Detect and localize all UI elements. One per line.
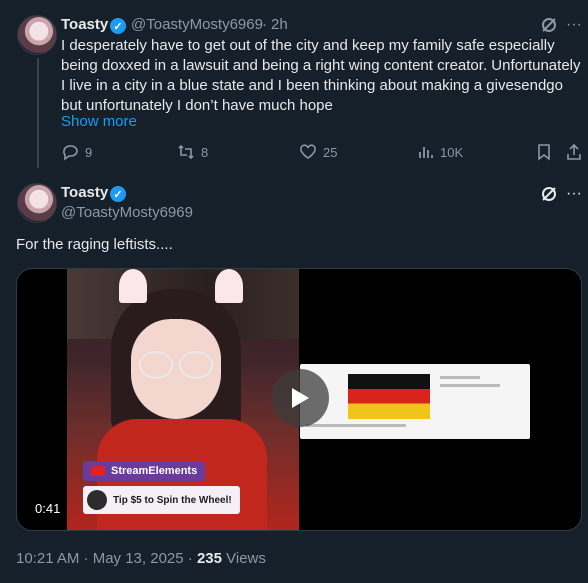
reply-icon <box>63 145 78 161</box>
placeholder-line <box>440 384 500 387</box>
repost-count: 8 <box>201 144 209 160</box>
play-button[interactable] <box>271 369 329 427</box>
glasses-right <box>179 351 213 379</box>
views-stat[interactable]: 10K <box>416 143 463 161</box>
video-duration: 0:41 <box>29 499 67 518</box>
handle[interactable]: @ToastyMosty6969 <box>131 16 263 33</box>
views-count: 235 <box>196 550 222 567</box>
like-icon <box>300 144 316 159</box>
youtube-icon <box>91 466 105 476</box>
reply-stat[interactable]: 9 <box>61 143 92 161</box>
tip-label: Tip $5 to Spin the Wheel! <box>113 494 232 506</box>
glasses-left <box>139 351 173 379</box>
verified-icon: ✓ <box>110 186 126 202</box>
ear-right <box>215 269 243 303</box>
bookmark-icon[interactable] <box>535 143 553 161</box>
video-player[interactable]: StreamElements Tip $5 to Spin the Wheel!… <box>16 268 582 531</box>
show-more-link[interactable]: Show more <box>61 113 137 130</box>
more-icon[interactable]: ··· <box>564 184 584 204</box>
thread-line <box>37 58 39 168</box>
grok-icon[interactable] <box>539 15 559 35</box>
placeholder-line <box>440 376 480 379</box>
placeholder-line <box>306 424 406 427</box>
embedded-youtube-window <box>300 364 530 439</box>
display-name[interactable]: Toasty <box>61 16 108 33</box>
time-ago[interactable]: 2h <box>271 16 288 33</box>
display-name[interactable]: Toasty <box>61 184 108 201</box>
timestamp-text[interactable]: 10:21 AM · May 13, 2025 · <box>16 550 197 567</box>
avatar[interactable] <box>17 183 57 223</box>
tweet-timestamp[interactable]: 10:21 AM · May 13, 2025 · 235 Views <box>16 550 266 567</box>
share-icon[interactable] <box>565 143 583 161</box>
streamelements-label: StreamElements <box>111 465 198 477</box>
tweet-text: For the raging leftists.... <box>16 236 173 253</box>
repost-stat[interactable]: 8 <box>177 143 208 161</box>
verified-icon: ✓ <box>110 18 126 34</box>
avatar[interactable] <box>17 15 57 55</box>
wheel-icon <box>87 490 107 510</box>
ear-left <box>119 269 147 303</box>
handle[interactable]: @ToastyMosty6969 <box>61 204 193 221</box>
video-frame: StreamElements Tip $5 to Spin the Wheel! <box>67 269 299 530</box>
reply-count: 9 <box>85 144 93 160</box>
views-icon <box>419 147 433 158</box>
youtube-thumbnail <box>348 374 430 419</box>
more-icon[interactable]: ··· <box>564 15 584 35</box>
grok-icon[interactable] <box>539 184 559 204</box>
views-count: 10K <box>440 144 464 160</box>
repost-icon <box>178 144 194 160</box>
play-icon <box>292 388 309 408</box>
tweet-text: I desperately have to get out of the cit… <box>61 37 581 114</box>
like-stat[interactable]: 25 <box>299 143 337 161</box>
separator: · <box>262 16 267 33</box>
views-label: Views <box>221 550 266 567</box>
like-count: 25 <box>323 144 338 160</box>
streamelements-badge: StreamElements <box>83 461 206 481</box>
tip-overlay: Tip $5 to Spin the Wheel! <box>83 486 240 514</box>
